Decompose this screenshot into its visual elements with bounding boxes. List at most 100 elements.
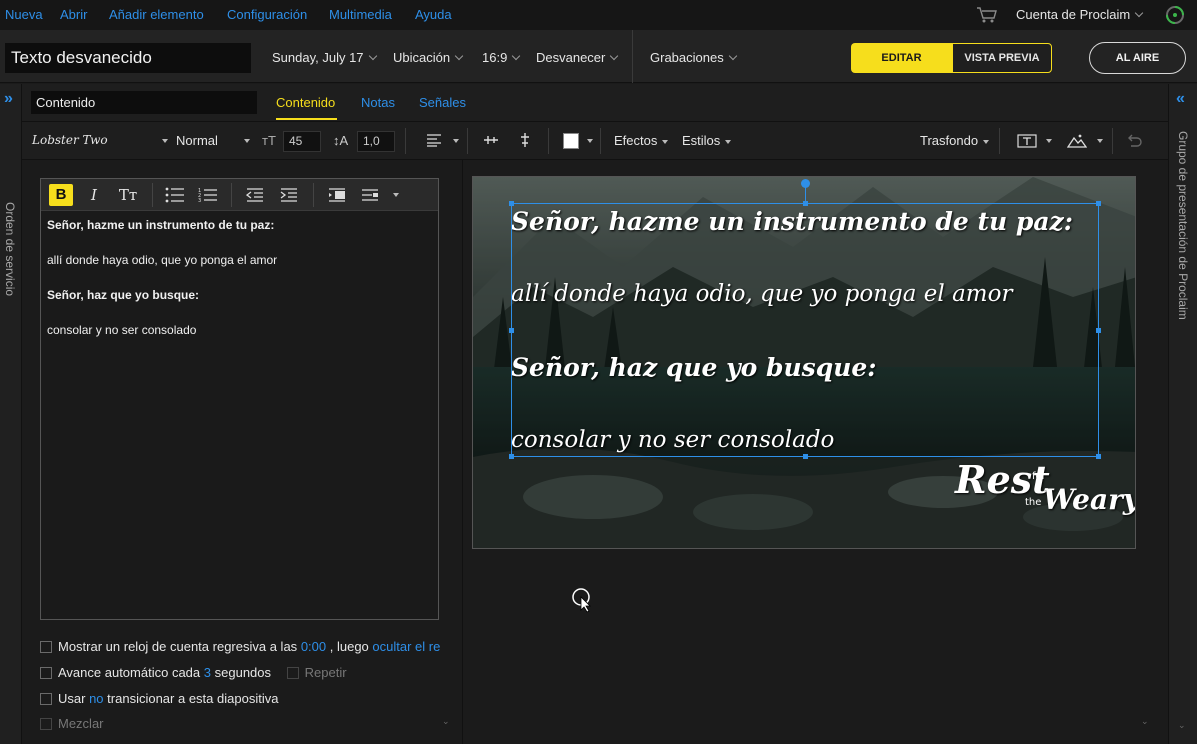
outdent-icon[interactable] — [245, 187, 264, 206]
preview-button[interactable]: VISTA PREVIA — [952, 43, 1052, 73]
slide-preview[interactable]: Señor, hazme un instrumento de tu paz: a… — [472, 176, 1136, 549]
resize-handle[interactable] — [509, 328, 514, 333]
line-height-value: 1,0 — [363, 134, 380, 148]
expand-right-icon[interactable]: » — [4, 90, 13, 108]
caret-down-icon — [662, 139, 669, 144]
menu-open[interactable]: Abrir — [60, 7, 87, 22]
menu-help[interactable]: Ayuda — [415, 7, 452, 22]
transition-dropdown[interactable]: Desvanecer — [536, 50, 619, 65]
presentation-group-label: Grupo de presentación de Proclaim — [1176, 131, 1190, 320]
shuffle-label: Mezclar — [58, 716, 104, 731]
undo-icon[interactable] — [1126, 134, 1142, 151]
service-order-rail[interactable]: » Orden de servicio — [0, 84, 22, 744]
aspect-dropdown[interactable]: 16:9 — [482, 50, 521, 65]
auto-advance-checkbox[interactable] — [40, 667, 52, 679]
date-dropdown[interactable]: Sunday, July 17 — [272, 50, 377, 65]
numbered-list-icon[interactable]: 123 — [198, 187, 218, 206]
bold-button[interactable]: B — [49, 184, 73, 206]
chevron-down-icon — [1134, 8, 1144, 18]
rotate-handle[interactable] — [801, 179, 810, 188]
go-live-button[interactable]: AL AIRE — [1089, 42, 1186, 74]
chevron-down-icon — [454, 51, 464, 61]
edit-button[interactable]: EDITAR — [851, 43, 952, 73]
scroll-down-icon[interactable]: ⌄ — [1178, 720, 1186, 731]
repeat-label: Repetir — [304, 665, 347, 680]
resize-handle[interactable] — [1096, 201, 1101, 206]
countdown-checkbox[interactable] — [40, 641, 52, 653]
text-selection-box[interactable] — [509, 179, 1101, 459]
divider — [999, 128, 1000, 154]
menu-new[interactable]: Nueva — [5, 7, 43, 22]
resize-handle[interactable] — [509, 454, 514, 459]
countdown-time-link[interactable]: 0:00 — [301, 639, 326, 654]
location-dropdown[interactable]: Ubicación — [393, 50, 464, 65]
shuffle-checkbox[interactable] — [40, 718, 52, 730]
resize-handle[interactable] — [509, 201, 514, 206]
sync-icon[interactable] — [1164, 4, 1186, 29]
divider — [405, 128, 406, 154]
service-order-label: Orden de servicio — [3, 202, 17, 297]
bullet-list-icon[interactable] — [165, 187, 185, 206]
presentation-header: Sunday, July 17 Ubicación 16:9 Desvanece… — [0, 30, 1197, 83]
auto-advance-seconds-link[interactable]: 3 — [204, 665, 211, 680]
text-size-button[interactable]: Tт — [115, 184, 141, 206]
repeat-checkbox[interactable] — [286, 667, 299, 679]
insert-block-icon[interactable] — [328, 187, 346, 206]
menu-add-item[interactable]: Añadir elemento — [109, 7, 204, 22]
account-menu[interactable]: Cuenta de Proclaim — [1016, 7, 1144, 22]
font-family-dropdown[interactable]: Lobster Two — [32, 133, 108, 147]
recordings-dropdown[interactable]: Grabaciones — [650, 50, 737, 65]
background-dropdown[interactable]: Trasfondo — [920, 133, 990, 148]
cart-icon[interactable] — [976, 6, 998, 27]
caret-down-icon — [244, 139, 250, 143]
line-height-input[interactable]: 1,0 — [357, 131, 395, 152]
divider — [313, 183, 314, 207]
vertical-align-icon[interactable] — [483, 132, 499, 151]
expand-left-icon[interactable]: « — [1176, 90, 1185, 108]
menu-settings[interactable]: Configuración — [227, 7, 307, 22]
account-label: Cuenta de Proclaim — [1016, 7, 1131, 22]
slide-title-input[interactable] — [5, 43, 251, 73]
countdown-action-link[interactable]: ocultar el re — [372, 639, 440, 654]
transition-checkbox[interactable] — [40, 693, 52, 705]
font-size-input[interactable]: 45 — [283, 131, 321, 152]
styles-dropdown[interactable]: Estilos — [682, 133, 732, 148]
image-icon[interactable] — [1066, 133, 1088, 152]
menu-media[interactable]: Multimedia — [329, 7, 392, 22]
auto-advance-seconds-label: segundos — [214, 665, 272, 680]
menu-bar: Nueva Abrir Añadir elemento Configuració… — [0, 0, 1197, 30]
scroll-down-icon[interactable]: ⌄ — [1141, 716, 1149, 727]
paragraph-format-icon[interactable] — [361, 187, 379, 206]
horizontal-align-icon[interactable] — [517, 132, 533, 151]
indent-icon[interactable] — [280, 187, 298, 206]
transition-type-link[interactable]: no — [89, 691, 103, 706]
editor-line-2: allí donde haya odio, que yo ponga el am… — [47, 253, 278, 267]
slide-name-input[interactable] — [31, 91, 257, 114]
rich-text-editor[interactable]: B I Tт 123 Señor, hazme un instrumento d… — [40, 178, 439, 620]
chevron-down-icon — [368, 51, 377, 61]
resize-handle[interactable] — [803, 454, 808, 459]
rich-text-toolbar: B I Tт 123 — [41, 179, 438, 211]
italic-button[interactable]: I — [83, 184, 105, 206]
color-swatch[interactable] — [563, 133, 579, 149]
font-weight-dropdown[interactable]: Normal — [176, 133, 218, 148]
scroll-down-icon[interactable]: ⌄ — [442, 716, 450, 727]
active-tab-indicator — [276, 118, 337, 120]
tab-notes[interactable]: Notas — [361, 95, 395, 110]
resize-handle[interactable] — [1096, 328, 1101, 333]
divider — [467, 128, 468, 154]
effects-dropdown[interactable]: Efectos — [614, 133, 669, 148]
repeat-option[interactable]: Repetir — [286, 665, 347, 680]
line-height-icon: ↕A — [333, 133, 349, 148]
presentation-group-rail[interactable]: « Grupo de presentación de Proclaim ⌄ — [1168, 84, 1197, 744]
text-editor-panel: B I Tт 123 Señor, hazme un instrumento d… — [22, 160, 463, 744]
align-left-icon[interactable] — [426, 134, 442, 150]
tab-content[interactable]: Contenido — [276, 95, 335, 110]
editor-tabs-bar: Contenido Notas Señales — [22, 84, 1168, 122]
countdown-label: Mostrar un reloj de cuenta regresiva a l… — [58, 639, 298, 654]
resize-handle[interactable] — [803, 201, 808, 206]
text-box-icon[interactable] — [1017, 133, 1037, 152]
date-label: Sunday, July 17 — [272, 50, 364, 65]
tab-signals[interactable]: Señales — [419, 95, 466, 110]
divider — [1112, 128, 1113, 154]
